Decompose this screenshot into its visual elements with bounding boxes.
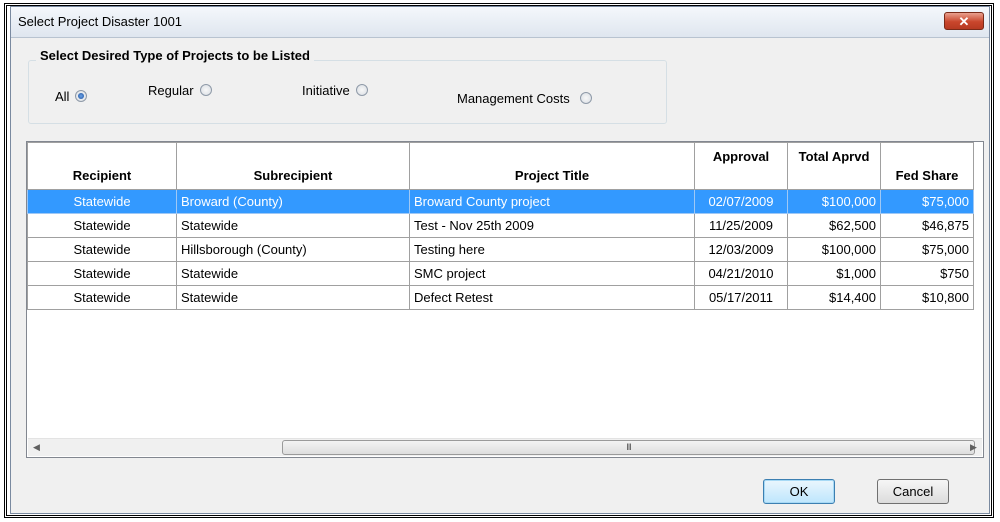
radio-option-management-costs[interactable]: Management Costs bbox=[457, 90, 592, 106]
cell-recipient: Statewide bbox=[27, 285, 177, 310]
radio-option-initiative[interactable]: Initiative bbox=[302, 82, 368, 98]
cell-project-title: Testing here bbox=[409, 237, 695, 262]
cancel-button[interactable]: Cancel bbox=[877, 479, 949, 504]
title-bar: Select Project Disaster 1001 ✕ bbox=[11, 7, 989, 38]
radio-label-management-costs: Management Costs bbox=[457, 90, 570, 106]
cell-recipient: Statewide bbox=[27, 261, 177, 286]
table-row[interactable]: Statewide Hillsborough (County) Testing … bbox=[27, 237, 974, 262]
close-icon: ✕ bbox=[958, 14, 970, 29]
cell-fed-share: $10,800 bbox=[880, 285, 974, 310]
select-project-dialog: Select Project Disaster 1001 ✕ Select De… bbox=[10, 6, 990, 514]
column-header-total-aprvd[interactable]: Total Aprvd bbox=[787, 142, 881, 190]
cell-subrecipient: Statewide bbox=[176, 213, 410, 238]
radio-regular[interactable] bbox=[199, 84, 212, 96]
cell-recipient: Statewide bbox=[27, 213, 177, 238]
cell-project-title: Broward County project bbox=[409, 189, 695, 214]
cell-approval: 12/03/2009 bbox=[694, 237, 788, 262]
scroll-left-arrow-icon[interactable]: ◀ bbox=[28, 439, 45, 456]
projects-table: Recipient Subrecipient Project Title App… bbox=[27, 142, 974, 310]
cell-approval: 04/21/2010 bbox=[694, 261, 788, 286]
radio-all[interactable] bbox=[75, 90, 88, 102]
project-type-group-title: Select Desired Type of Projects to be Li… bbox=[36, 48, 314, 63]
cell-fed-share: $750 bbox=[880, 261, 974, 286]
cell-total-aprvd: $14,400 bbox=[787, 285, 881, 310]
scroll-right-arrow-icon[interactable]: ▶ bbox=[965, 439, 982, 456]
table-row[interactable]: Statewide Statewide SMC project 04/21/20… bbox=[27, 261, 974, 286]
column-header-project-title[interactable]: Project Title bbox=[409, 142, 695, 190]
column-header-approval[interactable]: Approval bbox=[694, 142, 788, 190]
cell-approval: 02/07/2009 bbox=[694, 189, 788, 214]
cell-recipient: Statewide bbox=[27, 189, 177, 214]
cell-fed-share: $75,000 bbox=[880, 189, 974, 214]
table-row[interactable]: Statewide Statewide Defect Retest 05/17/… bbox=[27, 285, 974, 310]
column-header-recipient[interactable]: Recipient bbox=[27, 142, 177, 190]
projects-grid[interactable]: Recipient Subrecipient Project Title App… bbox=[26, 141, 984, 458]
cell-fed-share: $75,000 bbox=[880, 237, 974, 262]
cell-total-aprvd: $100,000 bbox=[787, 189, 881, 214]
cell-project-title: Defect Retest bbox=[409, 285, 695, 310]
radio-label-initiative: Initiative bbox=[302, 82, 350, 98]
ok-button[interactable]: OK bbox=[763, 479, 835, 504]
close-button[interactable]: ✕ bbox=[944, 12, 984, 30]
radio-initiative[interactable] bbox=[355, 84, 368, 96]
cell-recipient: Statewide bbox=[27, 237, 177, 262]
cell-total-aprvd: $62,500 bbox=[787, 213, 881, 238]
cell-approval: 05/17/2011 bbox=[694, 285, 788, 310]
table-header-row: Recipient Subrecipient Project Title App… bbox=[27, 142, 974, 190]
radio-label-regular: Regular bbox=[148, 82, 194, 98]
table-row[interactable]: Statewide Statewide Test - Nov 25th 2009… bbox=[27, 213, 974, 238]
radio-option-all[interactable]: All bbox=[55, 88, 88, 104]
cell-project-title: Test - Nov 25th 2009 bbox=[409, 213, 695, 238]
column-header-fed-share[interactable]: Fed Share bbox=[880, 142, 974, 190]
radio-label-all: All bbox=[55, 88, 70, 104]
radio-option-regular[interactable]: Regular bbox=[148, 82, 212, 98]
dialog-content: Select Desired Type of Projects to be Li… bbox=[11, 38, 989, 513]
horizontal-scrollbar[interactable]: ◀ III ▶ bbox=[28, 438, 982, 456]
window-title: Select Project Disaster 1001 bbox=[18, 14, 183, 29]
cell-project-title: SMC project bbox=[409, 261, 695, 286]
cell-approval: 11/25/2009 bbox=[694, 213, 788, 238]
cell-subrecipient: Broward (County) bbox=[176, 189, 410, 214]
column-header-subrecipient[interactable]: Subrecipient bbox=[176, 142, 410, 190]
cell-total-aprvd: $1,000 bbox=[787, 261, 881, 286]
cell-fed-share: $46,875 bbox=[880, 213, 974, 238]
cell-subrecipient: Statewide bbox=[176, 261, 410, 286]
table-row[interactable]: Statewide Broward (County) Broward Count… bbox=[27, 189, 974, 214]
scroll-thumb[interactable]: III bbox=[282, 440, 975, 455]
cell-total-aprvd: $100,000 bbox=[787, 237, 881, 262]
cell-subrecipient: Statewide bbox=[176, 285, 410, 310]
cell-subrecipient: Hillsborough (County) bbox=[176, 237, 410, 262]
radio-management-costs[interactable] bbox=[579, 92, 592, 104]
